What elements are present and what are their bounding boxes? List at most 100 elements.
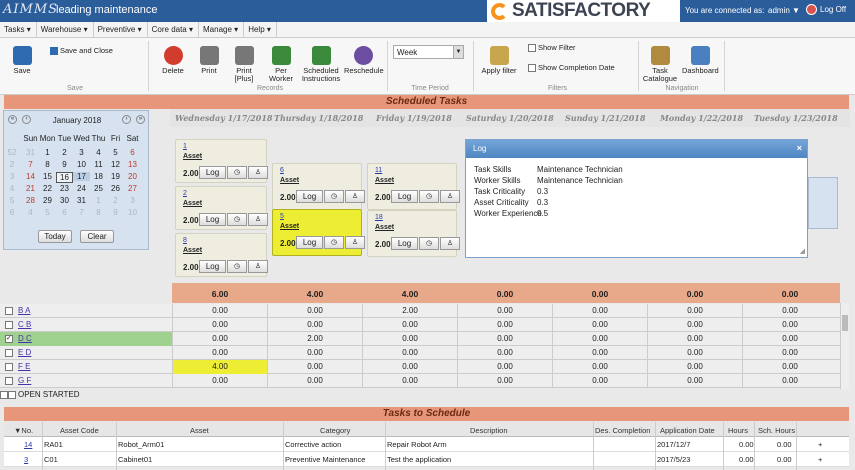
checkbox-icon[interactable] (5, 362, 13, 371)
show-filter-checkbox[interactable]: Show Filter (528, 44, 608, 53)
worker-hours-cell[interactable]: 0.00 (742, 304, 837, 318)
calendar-day[interactable]: 25 (90, 184, 107, 193)
delete-button[interactable]: Delete (160, 46, 186, 75)
col-header-sch-hours[interactable]: Sch. Hours (758, 426, 795, 435)
worker-hours-cell[interactable]: 0.00 (552, 346, 647, 360)
worker-hours-cell[interactable]: 0.00 (552, 304, 647, 318)
menu-warehouse[interactable]: Warehouse ▾ (37, 22, 94, 38)
worker-hours-cell[interactable]: 0.00 (457, 318, 552, 332)
next-year-icon[interactable]: » (136, 115, 145, 124)
worker-hours-cell[interactable]: 0.00 (647, 374, 742, 388)
worker-name-link[interactable]: C B (18, 320, 31, 329)
checkbox-icon[interactable] (5, 348, 13, 357)
checkbox-icon[interactable] (5, 320, 13, 329)
worker-row[interactable]: B A 0.00 0.00 2.00 0.00 0.00 0.00 0.00 (0, 304, 840, 318)
worker-hours-cell[interactable]: 0.00 (172, 318, 267, 332)
task-no-link[interactable]: 14 (24, 440, 32, 449)
dashboard-button[interactable]: Dashboard (682, 46, 719, 75)
calendar-day[interactable]: 20 (124, 172, 141, 181)
col-header-category[interactable]: Category (320, 426, 350, 435)
worker-hours-cell[interactable]: 0.00 (172, 332, 267, 346)
worker-icon[interactable]: ♙ (248, 166, 268, 179)
worker-hours-cell[interactable]: 0.00 (457, 374, 552, 388)
calendar-day[interactable]: 10 (73, 160, 90, 169)
worker-hours-cell[interactable]: 0.00 (647, 360, 742, 374)
calendar-day[interactable]: 28 (22, 196, 39, 205)
task-log-button[interactable]: Log (391, 190, 418, 203)
calendar-day[interactable]: 26 (107, 184, 124, 193)
worker-hours-cell[interactable]: 0.00 (647, 318, 742, 332)
task-asset-link[interactable]: Asset (375, 224, 394, 231)
task-id-link[interactable]: 2 (183, 190, 187, 197)
col-header-no[interactable]: ▼No. (14, 426, 33, 435)
task-log-button[interactable]: Log (199, 260, 226, 273)
calendar-day[interactable]: 16 (56, 172, 73, 183)
worker-row[interactable]: E D 0.00 0.00 0.00 0.00 0.00 0.00 0.00 (0, 346, 840, 360)
calendar-day[interactable]: 3 (124, 196, 141, 205)
col-header-description[interactable]: Description (470, 426, 508, 435)
worker-hours-cell[interactable]: 0.00 (457, 346, 552, 360)
logoff-button[interactable]: Log Off (806, 4, 846, 15)
clock-icon[interactable]: ◷ (324, 190, 344, 203)
worker-hours-cell[interactable]: 0.00 (267, 360, 362, 374)
worker-row[interactable]: C B 0.00 0.00 0.00 0.00 0.00 0.00 0.00 (0, 318, 840, 332)
calendar-day[interactable]: 3 (73, 148, 90, 157)
task-id-link[interactable]: 18 (375, 214, 383, 221)
col-header-application-date[interactable]: Application Date (660, 426, 715, 435)
worker-hours-cell[interactable]: 2.00 (362, 304, 457, 318)
worker-icon[interactable]: ♙ (345, 190, 365, 203)
worker-hours-cell[interactable]: 0.00 (742, 374, 837, 388)
resize-handle-icon[interactable]: ◢ (800, 247, 805, 255)
calendar-day[interactable]: 1 (90, 196, 107, 205)
task-no-link[interactable]: 3 (24, 455, 28, 464)
task-log-button[interactable]: Log (199, 166, 226, 179)
task-catalogue-button[interactable]: Task Catalogue (642, 46, 678, 83)
task-id-link[interactable]: 6 (280, 167, 284, 174)
worker-name-link[interactable]: G F (18, 376, 31, 385)
calendar-day[interactable]: 8 (39, 160, 56, 169)
save-close-button[interactable]: Save and Close (50, 47, 120, 56)
task-log-button[interactable]: Log (391, 237, 418, 250)
worker-icon[interactable]: ♙ (345, 236, 365, 249)
calendar-day[interactable]: 6 (56, 208, 73, 217)
calendar-day[interactable]: 5 (39, 208, 56, 217)
worker-row[interactable]: ✓ D C 0.00 2.00 0.00 0.00 0.00 0.00 0.00 (0, 332, 840, 346)
checkbox-icon[interactable] (5, 376, 13, 385)
task-asset-link[interactable]: Asset (280, 177, 299, 184)
calendar-day[interactable]: 31 (22, 148, 39, 157)
worker-hours-cell[interactable]: 0.00 (362, 318, 457, 332)
clock-icon[interactable]: ◷ (227, 260, 247, 273)
calendar-day[interactable]: 4 (90, 148, 107, 157)
calendar-day[interactable]: 13 (124, 160, 141, 169)
reschedule-button[interactable]: Reschedule (344, 46, 384, 75)
clear-button[interactable]: Clear (80, 230, 114, 243)
calendar-day[interactable]: 9 (56, 160, 73, 169)
clock-icon[interactable]: ◷ (419, 190, 439, 203)
save-button[interactable]: Save (9, 46, 35, 75)
worker-icon[interactable]: ♙ (248, 260, 268, 273)
calendar-day[interactable]: 27 (124, 184, 141, 193)
calendar-day[interactable]: 1 (39, 148, 56, 157)
worker-hours-cell[interactable]: 0.00 (267, 374, 362, 388)
calendar-day[interactable]: 14 (22, 172, 39, 181)
add-task-button[interactable]: + (818, 455, 822, 464)
task-id-link[interactable]: 8 (183, 237, 187, 244)
checkbox-icon[interactable] (5, 306, 13, 315)
worker-row[interactable]: F E 4.00 0.00 0.00 0.00 0.00 0.00 0.00 (0, 360, 840, 374)
task-id-link[interactable]: 5 (280, 213, 284, 220)
task-card[interactable]: 8 Asset 2.00 Log ◷ ♙ (175, 233, 268, 277)
menu-help[interactable]: Help ▾ (244, 22, 277, 38)
menu-manage[interactable]: Manage ▾ (199, 22, 245, 38)
time-period-select[interactable]: Week ▼ (393, 45, 464, 59)
calendar-day[interactable]: 12 (107, 160, 124, 169)
col-header-asset-code[interactable]: Asset Code (60, 426, 99, 435)
print-plus-button[interactable]: Print [Plus] (230, 46, 258, 83)
col-header-des-completion[interactable]: Des. Completion (595, 426, 650, 435)
worker-hours-cell[interactable]: 0.00 (267, 318, 362, 332)
show-completion-checkbox[interactable]: Show Completion Date (528, 64, 638, 73)
menu-tasks[interactable]: Tasks ▾ (0, 22, 37, 38)
worker-hours-cell[interactable]: 0.00 (742, 360, 837, 374)
calendar-day[interactable]: 8 (90, 208, 107, 217)
clock-icon[interactable]: ◷ (419, 237, 439, 250)
calendar-day[interactable]: 7 (73, 208, 90, 217)
